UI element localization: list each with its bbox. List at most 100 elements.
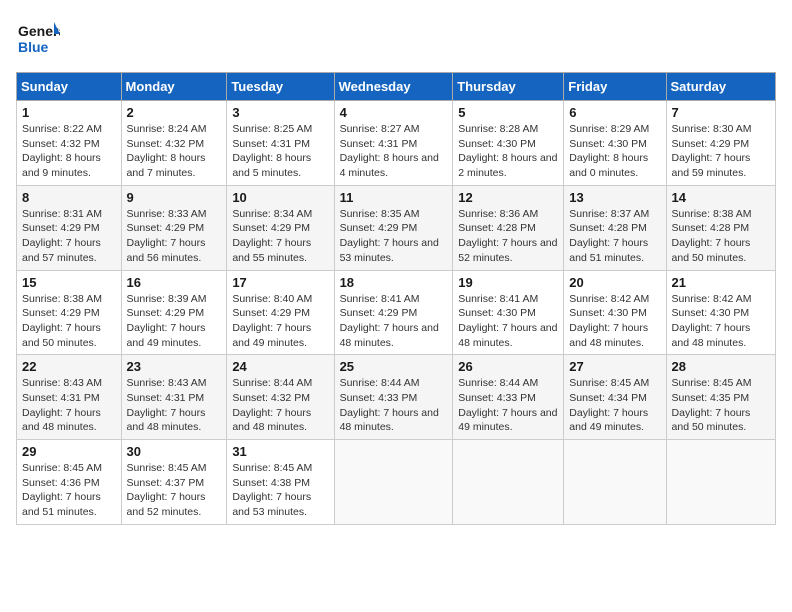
calendar-day-cell (453, 440, 564, 525)
day-number: 3 (232, 105, 328, 120)
calendar-week-row: 15 Sunrise: 8:38 AMSunset: 4:29 PMDaylig… (17, 270, 776, 355)
calendar-day-cell: 25 Sunrise: 8:44 AMSunset: 4:33 PMDaylig… (334, 355, 453, 440)
calendar-day-cell: 17 Sunrise: 8:40 AMSunset: 4:29 PMDaylig… (227, 270, 334, 355)
day-info: Sunrise: 8:24 AMSunset: 4:32 PMDaylight:… (127, 123, 207, 179)
day-info: Sunrise: 8:29 AMSunset: 4:30 PMDaylight:… (569, 123, 649, 179)
day-info: Sunrise: 8:43 AMSunset: 4:31 PMDaylight:… (22, 377, 102, 433)
day-number: 11 (340, 190, 448, 205)
weekday-header-cell: Tuesday (227, 73, 334, 101)
calendar-day-cell: 19 Sunrise: 8:41 AMSunset: 4:30 PMDaylig… (453, 270, 564, 355)
calendar-table: SundayMondayTuesdayWednesdayThursdayFrid… (16, 72, 776, 525)
day-info: Sunrise: 8:41 AMSunset: 4:30 PMDaylight:… (458, 293, 557, 349)
calendar-day-cell: 8 Sunrise: 8:31 AMSunset: 4:29 PMDayligh… (17, 185, 122, 270)
calendar-day-cell: 4 Sunrise: 8:27 AMSunset: 4:31 PMDayligh… (334, 101, 453, 186)
weekday-header-cell: Sunday (17, 73, 122, 101)
calendar-day-cell: 1 Sunrise: 8:22 AMSunset: 4:32 PMDayligh… (17, 101, 122, 186)
calendar-day-cell: 31 Sunrise: 8:45 AMSunset: 4:38 PMDaylig… (227, 440, 334, 525)
svg-text:General: General (18, 23, 60, 39)
day-info: Sunrise: 8:44 AMSunset: 4:33 PMDaylight:… (458, 377, 557, 433)
day-info: Sunrise: 8:41 AMSunset: 4:29 PMDaylight:… (340, 293, 439, 349)
day-info: Sunrise: 8:34 AMSunset: 4:29 PMDaylight:… (232, 208, 312, 264)
day-number: 6 (569, 105, 660, 120)
weekday-header-cell: Thursday (453, 73, 564, 101)
day-number: 29 (22, 444, 116, 459)
calendar-day-cell: 7 Sunrise: 8:30 AMSunset: 4:29 PMDayligh… (666, 101, 775, 186)
day-info: Sunrise: 8:45 AMSunset: 4:35 PMDaylight:… (672, 377, 752, 433)
day-number: 17 (232, 275, 328, 290)
day-number: 4 (340, 105, 448, 120)
day-info: Sunrise: 8:44 AMSunset: 4:33 PMDaylight:… (340, 377, 439, 433)
calendar-day-cell: 29 Sunrise: 8:45 AMSunset: 4:36 PMDaylig… (17, 440, 122, 525)
weekday-header-cell: Monday (121, 73, 227, 101)
calendar-day-cell: 9 Sunrise: 8:33 AMSunset: 4:29 PMDayligh… (121, 185, 227, 270)
calendar-day-cell: 6 Sunrise: 8:29 AMSunset: 4:30 PMDayligh… (564, 101, 666, 186)
calendar-day-cell: 16 Sunrise: 8:39 AMSunset: 4:29 PMDaylig… (121, 270, 227, 355)
calendar-day-cell: 24 Sunrise: 8:44 AMSunset: 4:32 PMDaylig… (227, 355, 334, 440)
day-info: Sunrise: 8:28 AMSunset: 4:30 PMDaylight:… (458, 123, 557, 179)
day-number: 22 (22, 359, 116, 374)
day-number: 10 (232, 190, 328, 205)
calendar-week-row: 8 Sunrise: 8:31 AMSunset: 4:29 PMDayligh… (17, 185, 776, 270)
day-info: Sunrise: 8:45 AMSunset: 4:36 PMDaylight:… (22, 462, 102, 518)
calendar-day-cell: 10 Sunrise: 8:34 AMSunset: 4:29 PMDaylig… (227, 185, 334, 270)
day-number: 31 (232, 444, 328, 459)
calendar-day-cell: 23 Sunrise: 8:43 AMSunset: 4:31 PMDaylig… (121, 355, 227, 440)
day-info: Sunrise: 8:42 AMSunset: 4:30 PMDaylight:… (569, 293, 649, 349)
calendar-day-cell: 5 Sunrise: 8:28 AMSunset: 4:30 PMDayligh… (453, 101, 564, 186)
day-info: Sunrise: 8:45 AMSunset: 4:38 PMDaylight:… (232, 462, 312, 518)
logo-icon: General Blue (16, 16, 60, 60)
day-number: 28 (672, 359, 770, 374)
calendar-week-row: 1 Sunrise: 8:22 AMSunset: 4:32 PMDayligh… (17, 101, 776, 186)
day-number: 27 (569, 359, 660, 374)
day-info: Sunrise: 8:42 AMSunset: 4:30 PMDaylight:… (672, 293, 752, 349)
day-number: 21 (672, 275, 770, 290)
day-number: 12 (458, 190, 558, 205)
day-info: Sunrise: 8:30 AMSunset: 4:29 PMDaylight:… (672, 123, 752, 179)
day-info: Sunrise: 8:27 AMSunset: 4:31 PMDaylight:… (340, 123, 439, 179)
day-number: 15 (22, 275, 116, 290)
day-info: Sunrise: 8:39 AMSunset: 4:29 PMDaylight:… (127, 293, 207, 349)
calendar-day-cell: 3 Sunrise: 8:25 AMSunset: 4:31 PMDayligh… (227, 101, 334, 186)
calendar-day-cell: 14 Sunrise: 8:38 AMSunset: 4:28 PMDaylig… (666, 185, 775, 270)
weekday-header-cell: Friday (564, 73, 666, 101)
day-number: 9 (127, 190, 222, 205)
day-info: Sunrise: 8:37 AMSunset: 4:28 PMDaylight:… (569, 208, 649, 264)
day-info: Sunrise: 8:35 AMSunset: 4:29 PMDaylight:… (340, 208, 439, 264)
weekday-header-cell: Wednesday (334, 73, 453, 101)
calendar-week-row: 29 Sunrise: 8:45 AMSunset: 4:36 PMDaylig… (17, 440, 776, 525)
calendar-day-cell: 13 Sunrise: 8:37 AMSunset: 4:28 PMDaylig… (564, 185, 666, 270)
calendar-day-cell: 26 Sunrise: 8:44 AMSunset: 4:33 PMDaylig… (453, 355, 564, 440)
calendar-day-cell: 15 Sunrise: 8:38 AMSunset: 4:29 PMDaylig… (17, 270, 122, 355)
day-info: Sunrise: 8:40 AMSunset: 4:29 PMDaylight:… (232, 293, 312, 349)
calendar-day-cell (564, 440, 666, 525)
weekday-header-cell: Saturday (666, 73, 775, 101)
day-info: Sunrise: 8:31 AMSunset: 4:29 PMDaylight:… (22, 208, 102, 264)
day-info: Sunrise: 8:45 AMSunset: 4:34 PMDaylight:… (569, 377, 649, 433)
day-info: Sunrise: 8:43 AMSunset: 4:31 PMDaylight:… (127, 377, 207, 433)
calendar-week-row: 22 Sunrise: 8:43 AMSunset: 4:31 PMDaylig… (17, 355, 776, 440)
weekday-header-row: SundayMondayTuesdayWednesdayThursdayFrid… (17, 73, 776, 101)
day-number: 7 (672, 105, 770, 120)
day-info: Sunrise: 8:22 AMSunset: 4:32 PMDaylight:… (22, 123, 102, 179)
day-info: Sunrise: 8:38 AMSunset: 4:28 PMDaylight:… (672, 208, 752, 264)
logo: General Blue (16, 16, 60, 60)
calendar-day-cell (334, 440, 453, 525)
day-number: 16 (127, 275, 222, 290)
day-number: 2 (127, 105, 222, 120)
day-number: 20 (569, 275, 660, 290)
day-number: 1 (22, 105, 116, 120)
day-number: 25 (340, 359, 448, 374)
day-number: 5 (458, 105, 558, 120)
day-info: Sunrise: 8:33 AMSunset: 4:29 PMDaylight:… (127, 208, 207, 264)
day-number: 30 (127, 444, 222, 459)
day-number: 24 (232, 359, 328, 374)
calendar-day-cell (666, 440, 775, 525)
day-info: Sunrise: 8:44 AMSunset: 4:32 PMDaylight:… (232, 377, 312, 433)
calendar-day-cell: 27 Sunrise: 8:45 AMSunset: 4:34 PMDaylig… (564, 355, 666, 440)
day-number: 13 (569, 190, 660, 205)
calendar-day-cell: 12 Sunrise: 8:36 AMSunset: 4:28 PMDaylig… (453, 185, 564, 270)
day-info: Sunrise: 8:38 AMSunset: 4:29 PMDaylight:… (22, 293, 102, 349)
calendar-day-cell: 11 Sunrise: 8:35 AMSunset: 4:29 PMDaylig… (334, 185, 453, 270)
page-header: General Blue (16, 16, 776, 60)
calendar-day-cell: 30 Sunrise: 8:45 AMSunset: 4:37 PMDaylig… (121, 440, 227, 525)
